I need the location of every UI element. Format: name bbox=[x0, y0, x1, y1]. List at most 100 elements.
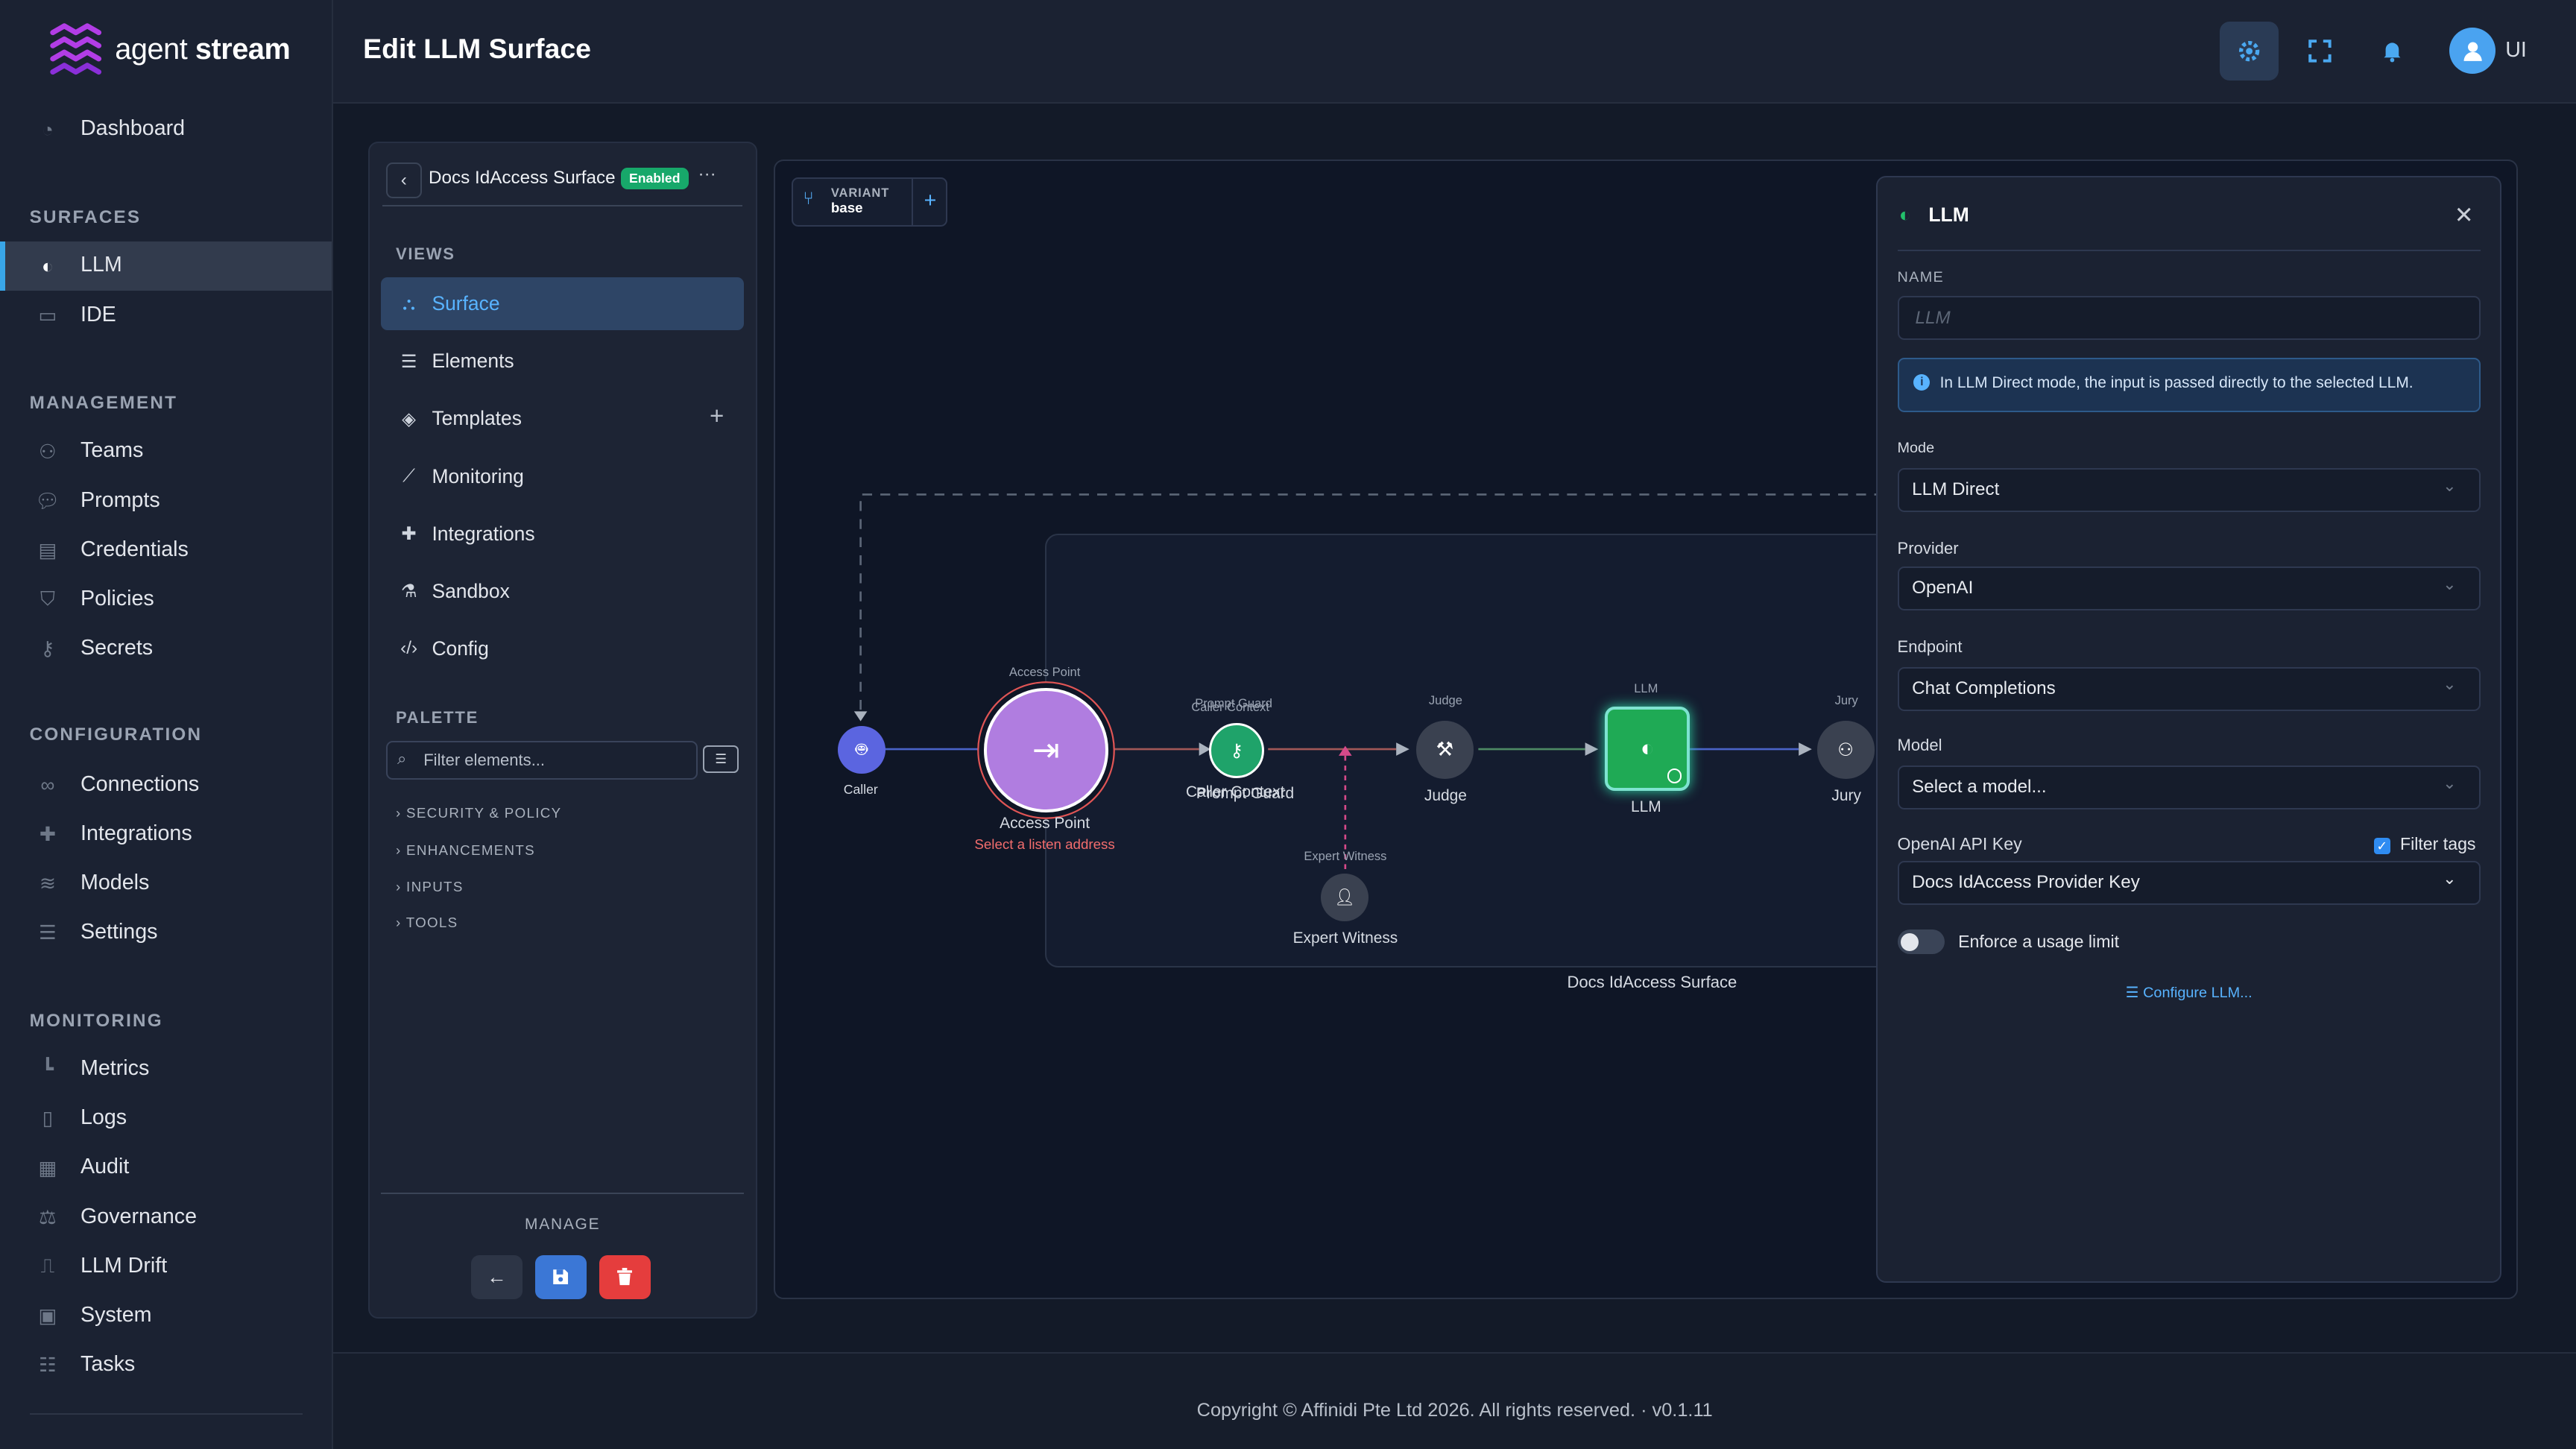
node-expert-witness[interactable]: 👤︎ bbox=[1320, 874, 1368, 922]
drift-icon: ⎍ bbox=[40, 1254, 55, 1278]
view-elements[interactable]: ☰ Elements bbox=[381, 335, 744, 388]
sidebar-item-models[interactable]: ≋ Models bbox=[0, 859, 332, 909]
node-caller[interactable]: 🤖︎ bbox=[837, 726, 886, 774]
user-initials[interactable]: UI bbox=[2505, 38, 2527, 63]
user-avatar[interactable] bbox=[2449, 28, 2496, 75]
git-branch-icon: ⑂ bbox=[803, 189, 814, 209]
usage-limit-toggle[interactable] bbox=[1897, 929, 1945, 955]
sidebar-item-system[interactable]: ▣ System bbox=[0, 1291, 332, 1340]
flask-icon: ⚗ bbox=[400, 581, 417, 602]
configure-llm-link[interactable]: ☰ Configure LLM... bbox=[1878, 984, 2500, 1002]
top-header: Edit LLM Surface UI bbox=[333, 0, 2576, 104]
add-variant-button[interactable]: + bbox=[911, 178, 947, 225]
chat-bubble-icon: 💬︎ bbox=[35, 489, 60, 512]
shield-icon: ⛉ bbox=[40, 587, 55, 610]
endpoint-select[interactable]: Chat Completions ⌄ bbox=[1897, 666, 2481, 711]
palette-category-tools[interactable]: › TOOLS bbox=[396, 915, 458, 931]
edge-arrowhead bbox=[1585, 742, 1599, 756]
code-screen-icon: ▭ bbox=[38, 303, 57, 326]
mode-select[interactable]: LLM Direct ⌄ bbox=[1897, 467, 2481, 513]
sidebar-item-label: Credentials bbox=[80, 537, 189, 561]
sidebar-item-logs[interactable]: ▯ Logs bbox=[0, 1094, 332, 1143]
node-caller-context[interactable]: ⚷ bbox=[1209, 722, 1265, 778]
endpoint-label: Endpoint bbox=[1897, 637, 1963, 656]
node-jury[interactable]: ⚇ bbox=[1816, 721, 1875, 779]
section-title-management: MANAGEMENT bbox=[29, 392, 178, 413]
node-llm[interactable]: ◐ bbox=[1605, 706, 1690, 792]
line-chart-icon: ⟋ bbox=[402, 465, 416, 486]
sidebar-item-label: LLM Drift bbox=[80, 1253, 168, 1278]
connection-handle[interactable] bbox=[1667, 768, 1682, 783]
sidebar-item-ide[interactable]: ▭ IDE bbox=[0, 291, 332, 340]
node-expert-witness-label: Expert Witness bbox=[1292, 929, 1398, 947]
close-icon[interactable]: ✕ bbox=[2455, 202, 2474, 229]
view-surface[interactable]: ⛬ Surface bbox=[381, 277, 745, 330]
delete-button[interactable] bbox=[599, 1254, 651, 1300]
sidebar-item-label: Secrets bbox=[80, 635, 154, 660]
brand-logo[interactable]: agent stream bbox=[46, 19, 291, 78]
filter-elements-input[interactable] bbox=[420, 745, 690, 775]
provider-select[interactable]: OpenAI ⌄ bbox=[1897, 566, 2481, 611]
node-access-point-label: Access Point bbox=[1000, 815, 1090, 833]
footer: Copyright © Affinidi Pte Ltd 2026. All r… bbox=[333, 1351, 2576, 1449]
view-label: Surface bbox=[432, 292, 500, 315]
back-arrow-button[interactable]: ← bbox=[471, 1254, 523, 1300]
gear-icon bbox=[2238, 40, 2260, 61]
sidebar-item-tasks[interactable]: ☷ Tasks bbox=[0, 1341, 332, 1390]
view-monitoring[interactable]: ⟋ Monitoring bbox=[381, 450, 744, 503]
notifications-button[interactable] bbox=[2362, 22, 2421, 80]
sidebar-item-prompts[interactable]: 💬︎ Prompts bbox=[0, 476, 332, 525]
sidebar-item-credentials[interactable]: ▤ Credentials bbox=[0, 525, 332, 575]
sidebar-item-label: Teams bbox=[80, 438, 144, 463]
properties-header: ◐ LLM ✕ bbox=[1897, 194, 2481, 251]
settings-button[interactable] bbox=[2219, 21, 2279, 80]
list-filter-icon: ☰ bbox=[715, 751, 727, 767]
filter-options-button[interactable]: ☰ bbox=[703, 745, 739, 774]
name-input[interactable] bbox=[1912, 303, 2461, 333]
views-title: VIEWS bbox=[395, 244, 455, 264]
view-templates[interactable]: ◈ Templates + bbox=[381, 393, 744, 446]
sidebar-item-metrics[interactable]: ┗ Metrics bbox=[0, 1045, 332, 1094]
palette-category-enhancements[interactable]: › ENHANCEMENTS bbox=[396, 842, 535, 859]
sidebar-item-governance[interactable]: ⚖ Governance bbox=[0, 1193, 332, 1242]
sidebar-item-llm[interactable]: ◐ LLM bbox=[0, 242, 332, 291]
palette-category-security[interactable]: › SECURITY & POLICY bbox=[396, 805, 561, 821]
sidebar-item-llm-drift[interactable]: ⎍ LLM Drift bbox=[0, 1242, 332, 1291]
sidebar-item-teams[interactable]: ⚇ Teams bbox=[0, 427, 332, 476]
chevron-down-icon: ⌄ bbox=[2443, 476, 2457, 495]
view-integrations[interactable]: ✚ Integrations bbox=[381, 508, 744, 561]
filter-tags-checkbox[interactable]: ✓ bbox=[2373, 837, 2390, 854]
category-label: SECURITY & POLICY bbox=[406, 804, 562, 821]
variant-value: base bbox=[830, 200, 863, 216]
sidebar-item-label: Models bbox=[80, 871, 150, 895]
variant-selector[interactable]: ⑂ VARIANT base + bbox=[792, 177, 948, 227]
sidebar-item-secrets[interactable]: ⚷ Secrets bbox=[0, 625, 332, 674]
back-button[interactable]: ‹ bbox=[385, 162, 422, 199]
sidebar-item-audit[interactable]: ▦ Audit bbox=[0, 1143, 332, 1193]
add-template-button[interactable]: + bbox=[710, 402, 724, 431]
view-sandbox[interactable]: ⚗ Sandbox bbox=[381, 565, 744, 618]
sidebar-item-integrations[interactable]: ✚ Integrations bbox=[0, 810, 332, 859]
edge-arrowhead bbox=[853, 711, 868, 722]
node-judge[interactable]: ⚒ bbox=[1415, 721, 1474, 779]
sidebar-item-dashboard[interactable]: ◔ Dashboard bbox=[0, 105, 332, 154]
sidebar-item-label: Integrations bbox=[80, 821, 192, 846]
gavel-icon: ⚒ bbox=[1436, 738, 1454, 761]
sidebar-item-connections[interactable]: ∞ Connections bbox=[0, 760, 332, 809]
surface-panel-header: ‹ Docs IdAccess Surface Enabled ··· bbox=[382, 160, 743, 207]
palette-category-inputs[interactable]: › INPUTS bbox=[396, 879, 464, 895]
model-select[interactable]: Select a model... ⌄ bbox=[1897, 765, 2481, 809]
node-access-point[interactable]: ⇥ bbox=[984, 688, 1108, 812]
brain-icon: ◐ bbox=[1898, 203, 1911, 227]
name-label: NAME bbox=[1897, 269, 1945, 286]
sidebar-item-label: Settings bbox=[80, 920, 158, 944]
api-key-select[interactable]: Docs IdAccess Provider Key ⌄ bbox=[1897, 860, 2481, 905]
save-button[interactable] bbox=[535, 1254, 587, 1300]
view-config[interactable]: ‹/› Config bbox=[381, 622, 744, 675]
more-options-button[interactable]: ··· bbox=[698, 164, 716, 185]
sidebar-item-settings[interactable]: ☰ Settings bbox=[0, 909, 332, 958]
divider bbox=[29, 1412, 303, 1415]
sidebar-item-policies[interactable]: ⛉ Policies bbox=[0, 575, 332, 624]
sidebar-item-label: Audit bbox=[80, 1155, 130, 1179]
fullscreen-button[interactable] bbox=[2291, 22, 2349, 80]
